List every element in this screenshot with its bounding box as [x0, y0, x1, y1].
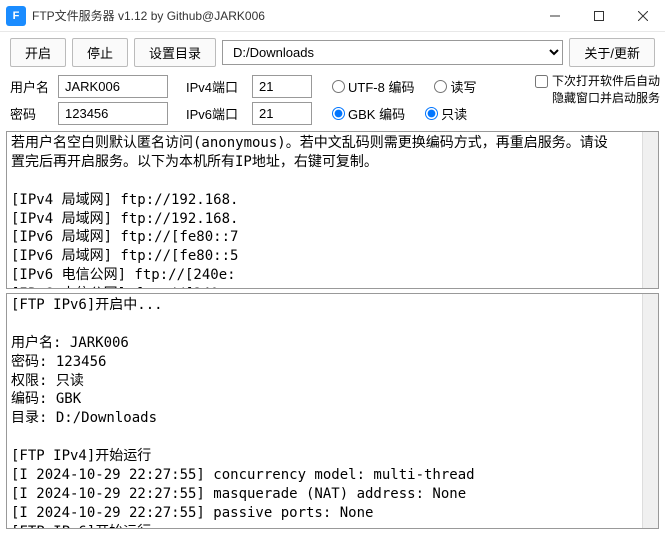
user-input[interactable]	[58, 75, 168, 98]
user-row: 用户名 IPv4端口 UTF-8 编码 读写	[0, 73, 525, 100]
scrollbar[interactable]	[642, 132, 658, 288]
server-log[interactable]: [FTP IPv6]开启中... 用户名: JARK006 密码: 123456…	[6, 293, 659, 529]
scrollbar[interactable]	[642, 294, 658, 528]
stop-button[interactable]: 停止	[72, 38, 128, 67]
pass-input[interactable]	[58, 102, 168, 125]
autohide-checkbox[interactable]	[535, 75, 548, 88]
user-label: 用户名	[10, 77, 50, 96]
toolbar: 开启 停止 设置目录 D:/Downloads 关于/更新	[0, 32, 665, 73]
pass-label: 密码	[10, 104, 50, 123]
titlebar: F FTP文件服务器 v1.12 by Github@JARK006	[0, 0, 665, 32]
about-button[interactable]: 关于/更新	[569, 38, 655, 67]
ipv6port-input[interactable]	[252, 102, 312, 125]
ipv6port-label: IPv6端口	[186, 104, 244, 123]
ipv4port-label: IPv4端口	[186, 77, 244, 96]
gbk-radio[interactable]: GBK 编码	[332, 104, 405, 123]
pass-row: 密码 IPv6端口 GBK 编码 只读	[0, 100, 525, 127]
maximize-button[interactable]	[577, 0, 621, 32]
close-button[interactable]	[621, 0, 665, 32]
utf8-radio[interactable]: UTF-8 编码	[332, 77, 414, 96]
app-icon: F	[6, 6, 26, 26]
autohide-check[interactable]: 下次打开软件后自动隐藏窗口并启动服务	[535, 73, 665, 127]
start-button[interactable]: 开启	[10, 38, 66, 67]
ipv4port-input[interactable]	[252, 75, 312, 98]
path-select[interactable]: D:/Downloads	[222, 40, 563, 65]
readonly-radio[interactable]: 只读	[425, 104, 467, 123]
minimize-button[interactable]	[533, 0, 577, 32]
setdir-button[interactable]: 设置目录	[134, 38, 216, 67]
window-title: FTP文件服务器 v1.12 by Github@JARK006	[32, 7, 533, 24]
ip-list-log[interactable]: 若用户名空白则默认匿名访问(anonymous)。若中文乱码则需更换编码方式，再…	[6, 131, 659, 289]
readwrite-radio[interactable]: 读写	[434, 77, 476, 96]
